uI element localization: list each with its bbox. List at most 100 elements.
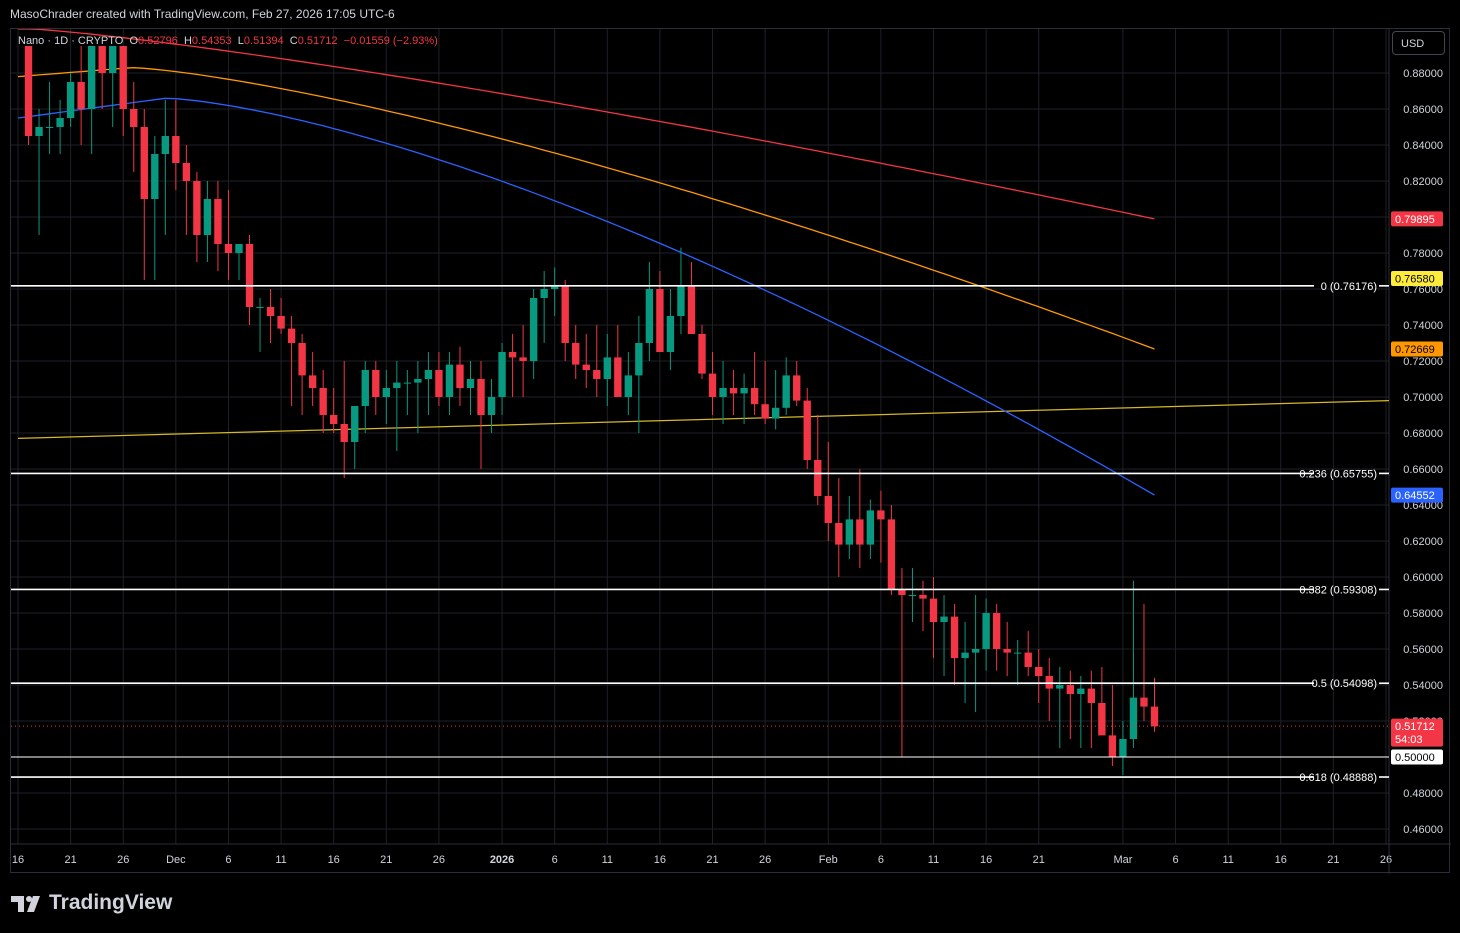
candle-body: [845, 519, 854, 545]
candle-body: [266, 307, 275, 316]
candle-body: [393, 382, 401, 388]
moving-average-line: [18, 29, 1155, 220]
candle-body: [856, 519, 864, 545]
candle-body: [56, 118, 64, 127]
candle-body: [582, 364, 590, 370]
y-tick-label: 0.56000: [1403, 644, 1443, 656]
candle-body: [340, 424, 348, 442]
change-value: −0.01559 (−2.93%): [343, 35, 438, 47]
candle-body: [1087, 688, 1096, 703]
candle-body: [214, 199, 222, 244]
y-tick-label: 0.58000: [1403, 608, 1443, 620]
chart-attribution: MasoChrader created with TradingView.com…: [10, 7, 395, 21]
candle-body: [540, 289, 548, 298]
candle-body: [771, 407, 780, 419]
tradingview-logo[interactable]: TradingView: [11, 891, 172, 915]
y-tick-label: 0.86000: [1403, 104, 1443, 116]
symbol-name[interactable]: Nano · 1D · CRYPTO: [18, 35, 123, 47]
fib-level-label: 0.236 (0.65755): [1299, 468, 1377, 480]
y-tick-label: 0.68000: [1403, 428, 1443, 440]
candle-body: [151, 154, 159, 199]
candle-body: [98, 46, 106, 73]
x-tick-label: 16: [12, 854, 24, 866]
y-tick-label: 0.72000: [1403, 356, 1443, 368]
candle-body: [919, 595, 927, 599]
candle-body: [1003, 649, 1011, 653]
x-tick-label: 26: [433, 854, 445, 866]
candle-body: [961, 652, 969, 658]
x-tick-label: 21: [64, 854, 76, 866]
x-tick-label: 21: [706, 854, 718, 866]
candle-body: [35, 127, 43, 136]
candle-body: [929, 598, 938, 622]
candle-body: [203, 199, 212, 235]
candle-body: [424, 370, 433, 379]
brand-name: TradingView: [49, 891, 173, 914]
y-tick-label: 0.60000: [1403, 572, 1443, 584]
candle-body: [1024, 652, 1032, 667]
candle-body: [508, 352, 517, 358]
candle-body: [529, 298, 538, 361]
y-tick-label: 0.66000: [1403, 464, 1443, 476]
candle-body: [729, 388, 738, 394]
candle-body: [1119, 739, 1127, 757]
x-tick-label: 26: [759, 854, 771, 866]
y-tick-label: 0.88000: [1403, 68, 1443, 80]
y-tick-label: 0.82000: [1403, 176, 1443, 188]
candle-body: [803, 400, 811, 460]
x-tick-label: 6: [878, 854, 884, 866]
candle-body: [1140, 697, 1148, 707]
x-tick-label: 16: [980, 854, 992, 866]
x-tick-label: 6: [1172, 854, 1178, 866]
candle-body: [940, 616, 948, 622]
x-tick-label: 11: [928, 854, 939, 866]
candle-body: [308, 375, 317, 388]
x-tick-label: Mar: [1113, 854, 1132, 866]
candle-body: [687, 285, 696, 334]
x-tick-label: 11: [602, 854, 613, 866]
candle-body: [77, 82, 85, 109]
price-tag-label: 0.51712: [1395, 721, 1435, 733]
open-value: 0.52796: [138, 35, 178, 47]
candle-body: [614, 357, 622, 397]
candle-body: [740, 388, 748, 394]
chart-frame[interactable]: 0.880000.860000.840000.820000.800000.780…: [10, 28, 1451, 874]
candle-body: [982, 613, 990, 649]
candle-body: [635, 343, 643, 376]
y-tick-label: 0.46000: [1403, 824, 1443, 836]
candle-body: [66, 82, 75, 118]
candle-body: [666, 316, 675, 352]
price-tag-label: 0.79895: [1395, 214, 1435, 226]
candle-body: [782, 375, 790, 408]
fib-level-label: 0.618 (0.48888): [1299, 772, 1377, 784]
currency-button[interactable]: USD: [1392, 31, 1445, 55]
tradingview-logo-icon: [11, 896, 40, 912]
candle-body: [435, 370, 443, 397]
price-tag-label: 0.50000: [1395, 752, 1435, 764]
candle-body: [224, 244, 233, 253]
candle-body: [761, 404, 769, 419]
candle-body: [1108, 735, 1117, 757]
x-tick-label: 11: [1222, 854, 1233, 866]
candle-body: [298, 343, 306, 376]
candle-body: [119, 46, 127, 109]
x-tick-label: 11: [275, 854, 286, 866]
candle-body: [466, 379, 475, 388]
x-tick-label: 26: [117, 854, 129, 866]
candle-body: [1150, 706, 1159, 727]
candle-body: [572, 343, 580, 365]
price-chart[interactable]: 0.880000.860000.840000.820000.800000.780…: [11, 29, 1451, 874]
y-tick-label: 0.70000: [1403, 392, 1443, 404]
x-tick-label: 16: [654, 854, 666, 866]
x-tick-label: 2026: [490, 854, 514, 866]
candle-body: [708, 373, 717, 397]
candle-body: [908, 595, 917, 596]
candle-body: [382, 388, 390, 397]
candle-body: [887, 519, 896, 590]
candle-body: [330, 415, 338, 424]
candle-body: [603, 357, 611, 379]
candle-body: [456, 364, 464, 388]
candle-body: [277, 316, 285, 329]
candle-body: [645, 289, 654, 343]
candle-body: [1045, 676, 1053, 689]
